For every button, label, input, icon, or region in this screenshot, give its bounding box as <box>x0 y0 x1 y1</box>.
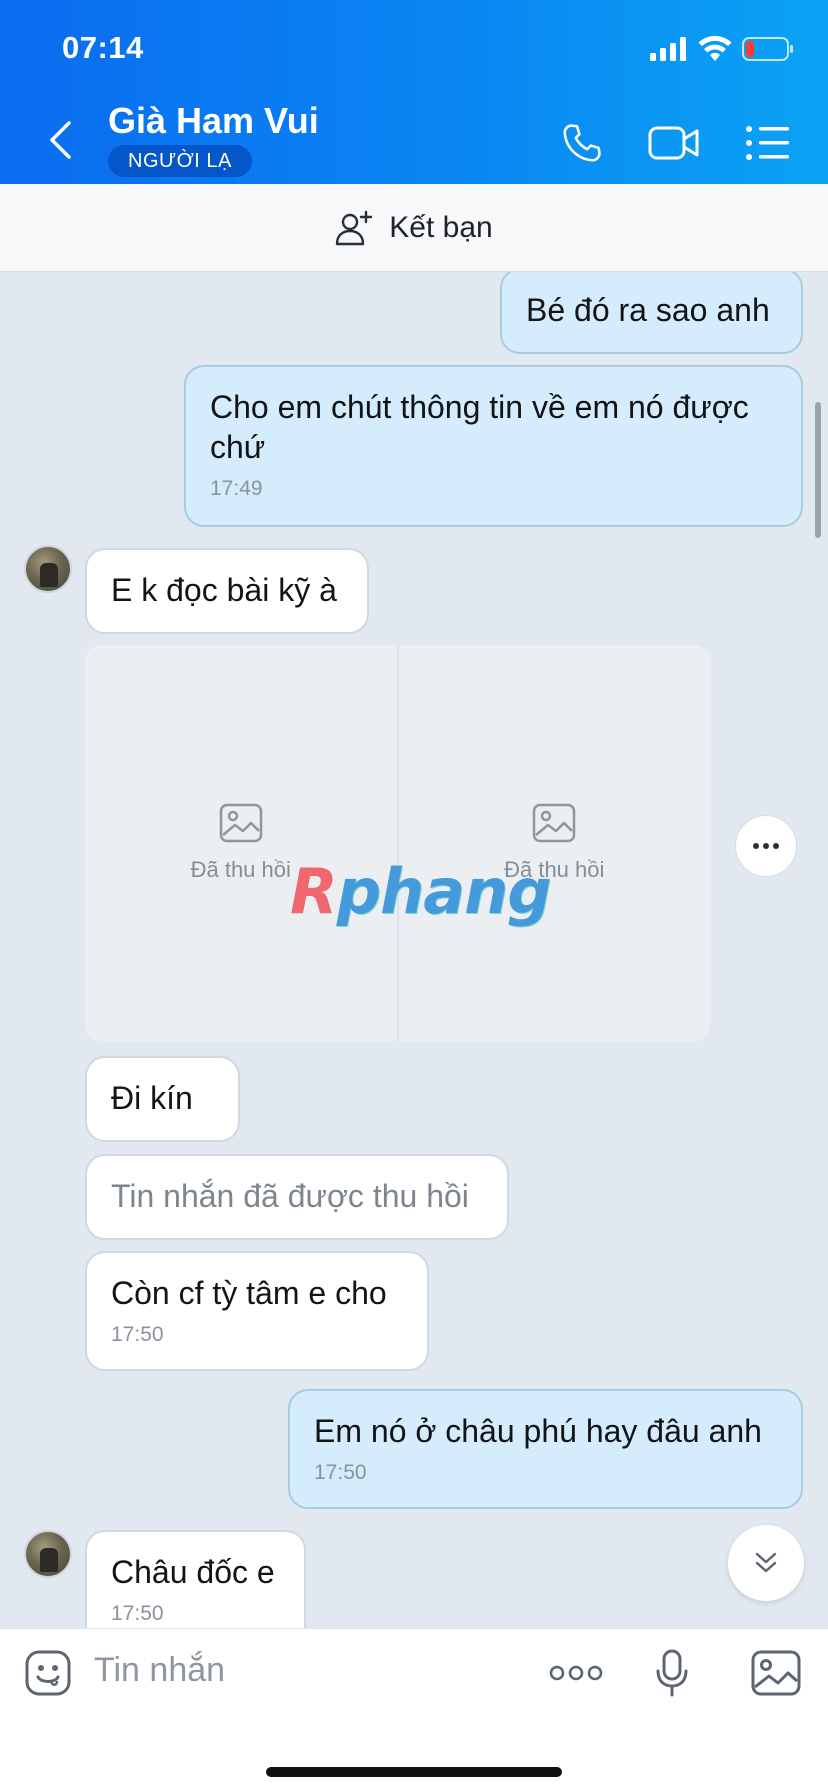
menu-button[interactable] <box>740 115 796 171</box>
message-text: Đi kín <box>111 1080 193 1116</box>
message-input[interactable]: Tin nhắn <box>94 1651 225 1690</box>
message-text: Tin nhắn đã được thu hồi <box>111 1178 469 1214</box>
more-horizontal-icon <box>549 1665 603 1681</box>
message-bubble-out[interactable]: Em nó ở châu phú hay đâu anh 17:50 <box>288 1389 803 1509</box>
phone-icon <box>563 124 601 162</box>
message-bubble-out[interactable]: Cho em chút thông tin về em nó được chứ … <box>184 365 803 527</box>
recalled-photo[interactable]: Đã thu hồi <box>396 645 711 1041</box>
message-text: Cho em chút thông tin về em nó được chứ <box>210 389 749 465</box>
message-time: 17:49 <box>210 477 263 500</box>
more-options-button[interactable] <box>735 815 797 877</box>
message-text: Em nó ở châu phú hay đâu anh <box>314 1413 762 1449</box>
recalled-photo-label: Đã thu hồi <box>190 857 291 882</box>
video-call-icon <box>648 126 699 160</box>
stranger-badge: NGƯỜI LẠ <box>108 145 252 177</box>
voice-call-button[interactable] <box>554 115 610 171</box>
voice-message-button[interactable] <box>644 1645 700 1701</box>
message-input-bar: Tin nhắn <box>0 1628 828 1792</box>
add-friend-icon <box>336 210 373 245</box>
message-text: Châu đốc e <box>111 1554 275 1590</box>
message-bubble-in[interactable]: E k đọc bài kỹ à <box>85 548 369 634</box>
message-list[interactable]: Bé đó ra sao anh Cho em chút thông tin v… <box>0 272 828 1628</box>
double-chevron-down-icon <box>755 1552 777 1573</box>
recalled-message[interactable]: Tin nhắn đã được thu hồi <box>85 1154 509 1240</box>
back-button[interactable] <box>38 118 82 162</box>
message-time: 17:50 <box>314 1461 367 1484</box>
more-dots-icon <box>753 843 779 849</box>
message-time: 17:50 <box>111 1323 164 1346</box>
sticker-button[interactable] <box>20 1645 76 1701</box>
battery-icon <box>742 37 793 61</box>
message-text: E k đọc bài kỹ à <box>111 572 337 608</box>
message-bubble-out[interactable]: Bé đó ra sao anh <box>500 272 803 354</box>
menu-list-icon <box>746 126 789 160</box>
scrollbar[interactable] <box>815 402 821 538</box>
message-bubble-in[interactable]: Còn cf tỳ tâm e cho 17:50 <box>85 1251 429 1371</box>
signal-icon <box>650 37 686 61</box>
video-call-button[interactable] <box>646 115 702 171</box>
image-icon <box>751 1650 801 1696</box>
chat-header: 07:14 Già Ham Vui NGƯỜI LẠ <box>0 0 828 184</box>
message-text: Còn cf tỳ tâm e cho <box>111 1275 387 1311</box>
status-icons <box>650 36 794 62</box>
scroll-to-bottom-button[interactable] <box>728 1525 804 1601</box>
message-text: Bé đó ra sao anh <box>526 292 770 328</box>
contact-name[interactable]: Già Ham Vui <box>108 100 319 142</box>
photo-message[interactable]: Đã thu hồi Đã thu hồi <box>85 645 710 1041</box>
recalled-photo-label: Đã thu hồi <box>504 857 605 882</box>
emoji-sticker-icon <box>25 1650 71 1696</box>
back-icon <box>50 121 71 159</box>
image-placeholder-icon <box>533 803 576 843</box>
home-indicator[interactable] <box>266 1767 562 1777</box>
avatar[interactable] <box>24 545 72 593</box>
status-time: 07:14 <box>62 30 144 65</box>
send-photo-button[interactable] <box>748 1645 804 1701</box>
wifi-icon <box>698 36 732 61</box>
microphone-icon <box>656 1649 688 1697</box>
message-bubble-in[interactable]: Đi kín <box>85 1056 240 1142</box>
avatar[interactable] <box>24 1530 72 1578</box>
recalled-photo[interactable]: Đã thu hồi <box>85 645 397 1041</box>
add-friend-button[interactable]: Kết bạn <box>0 184 828 272</box>
add-friend-label: Kết bạn <box>389 210 493 244</box>
image-placeholder-icon <box>219 803 262 843</box>
message-bubble-in[interactable]: Châu đốc e 17:50 <box>85 1530 306 1628</box>
message-time: 17:50 <box>111 1602 164 1625</box>
more-input-options-button[interactable] <box>548 1645 604 1701</box>
